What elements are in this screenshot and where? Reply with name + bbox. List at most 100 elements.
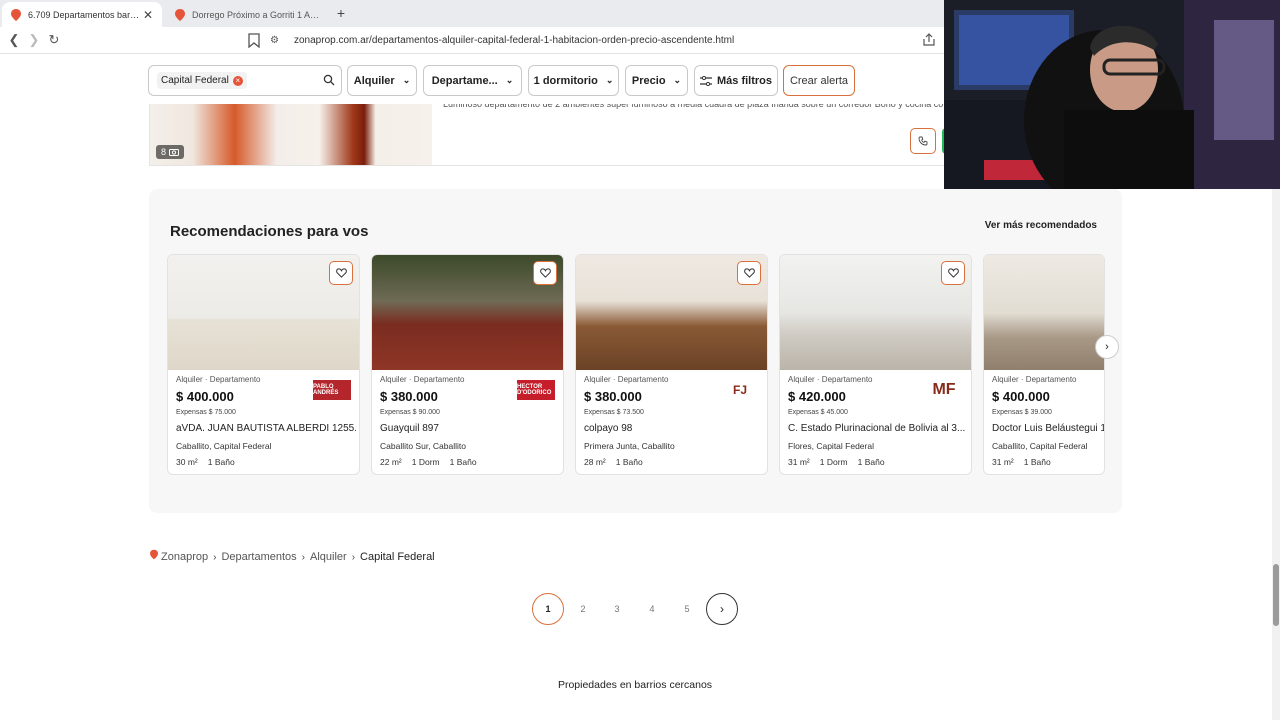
photo-count: 8	[161, 147, 167, 157]
page-4-button[interactable]: 4	[636, 593, 668, 625]
site-settings-icon[interactable]: ⚙	[270, 35, 284, 46]
property-features: 31 m² 1 Baño	[992, 457, 1061, 467]
property-price: $ 380.000	[380, 389, 438, 404]
property-type-label: Departame...	[431, 74, 498, 87]
property-address[interactable]: colpayo 98	[584, 423, 764, 434]
breadcrumb-item-capital-federal: Capital Federal	[360, 551, 435, 563]
chevron-right-icon: ›	[213, 551, 217, 563]
property-location: Primera Junta, Caballito	[584, 441, 675, 451]
create-alert-button[interactable]: Crear alerta	[783, 65, 855, 96]
sliders-icon	[699, 75, 712, 86]
heart-icon	[947, 268, 959, 278]
pagination: 1 2 3 4 5 ›	[532, 593, 742, 627]
tab-dorrego-listing[interactable]: Dorrego Próximo a Gorriti 1 Amb Co	[166, 2, 334, 27]
scrollbar-thumb[interactable]	[1273, 564, 1279, 626]
property-baths: 1 Baño	[207, 457, 235, 467]
rooms-dropdown[interactable]: 1 dormitorio ⌄	[528, 65, 619, 96]
page-3-button[interactable]: 3	[601, 593, 633, 625]
property-baths: 1 Baño	[615, 457, 643, 467]
property-address[interactable]: Guayquil 897	[380, 423, 560, 434]
property-area: 31 m²	[992, 457, 1014, 467]
property-type: Alquiler · Departamento	[584, 375, 669, 384]
breadcrumb-item-departamentos[interactable]: Departamentos	[221, 551, 296, 563]
property-dorms: 1 Dorm	[411, 457, 440, 467]
back-icon[interactable]: ❮	[6, 32, 22, 48]
url-text: zonaprop.com.ar/departamentos-alquiler-c…	[294, 35, 735, 46]
recommendation-card[interactable]: Alquiler · Departamento $ 420.000 Expensas…	[779, 254, 972, 475]
property-price: $ 420.000	[788, 389, 846, 404]
close-tab-icon[interactable]: ✕	[142, 8, 154, 22]
price-label: Precio	[631, 74, 666, 87]
see-more-recommendations-link[interactable]: Ver más recomendados	[985, 220, 1097, 231]
carousel-next-button[interactable]: ›	[1095, 335, 1119, 359]
property-baths: 1 Baño	[449, 457, 477, 467]
property-type-dropdown[interactable]: Departame... ⌄	[423, 65, 522, 96]
favorite-button[interactable]	[737, 261, 761, 285]
location-chip[interactable]: Capital Federal ×	[157, 72, 247, 89]
url-field[interactable]: ⚙ zonaprop.com.ar/departamentos-alquiler…	[270, 30, 944, 51]
favorite-button[interactable]	[941, 261, 965, 285]
agency-logo[interactable]: MF	[925, 380, 963, 400]
recommendation-card[interactable]: Alquiler · Departamento $ 380.000 Expensas…	[371, 254, 564, 475]
property-area: 31 m²	[788, 457, 810, 467]
agency-logo[interactable]: FJ	[721, 380, 759, 400]
page-1-button[interactable]: 1	[532, 593, 564, 625]
heart-icon	[743, 268, 755, 278]
forward-icon[interactable]: ❯	[26, 32, 42, 48]
location-chip-label: Capital Federal	[161, 75, 229, 86]
property-location: Caballito, Capital Federal	[992, 441, 1088, 451]
property-price: $ 400.000	[176, 389, 234, 404]
property-photo[interactable]	[984, 255, 1104, 370]
operation-dropdown[interactable]: Alquiler ⌄	[347, 65, 417, 96]
zonaprop-pin-icon	[150, 549, 158, 559]
listing-card[interactable]: 8 Luminoso departamento de 2 ambientes s…	[149, 100, 949, 166]
remove-chip-icon[interactable]: ×	[232, 75, 243, 86]
chevron-down-icon: ⌄	[402, 75, 411, 85]
zonaprop-favicon-icon	[174, 8, 186, 21]
property-features: 31 m² 1 Dorm 1 Baño	[788, 457, 895, 467]
new-tab-button[interactable]: +	[334, 4, 348, 22]
property-address[interactable]: C. Estado Plurinacional de Bolivia al 3.…	[788, 423, 968, 434]
recommendation-card[interactable]: Alquiler · Departamento $ 400.000 Expensas…	[167, 254, 360, 475]
recommendation-card[interactable]: Alquiler · Departamento $ 400.000 Expensas…	[983, 254, 1105, 475]
next-page-button[interactable]: ›	[706, 593, 738, 625]
tab-zonaprop-listing[interactable]: 6.709 Departamentos baratos c ✕	[2, 2, 162, 27]
recommendation-card[interactable]: Alquiler · Departamento $ 380.000 Expensas…	[575, 254, 768, 475]
webcam-overlay	[944, 0, 1280, 189]
heart-icon	[539, 268, 551, 278]
property-expenses: Expensas $ 73.500	[584, 409, 644, 416]
reload-icon[interactable]: ↻	[46, 32, 62, 48]
property-area: 22 m²	[380, 457, 402, 467]
favorite-button[interactable]	[533, 261, 557, 285]
property-expenses: Expensas $ 75.000	[176, 409, 236, 416]
breadcrumb-item-zonaprop[interactable]: Zonaprop	[161, 551, 208, 563]
price-dropdown[interactable]: Precio ⌄	[625, 65, 688, 96]
phone-button[interactable]	[910, 128, 936, 154]
share-icon[interactable]	[922, 33, 936, 47]
agency-logo[interactable]: HECTOR D'ODORICO	[517, 380, 555, 400]
breadcrumb-item-alquiler[interactable]: Alquiler	[310, 551, 347, 563]
property-address[interactable]: Doctor Luis Beláustegui 1	[992, 423, 1104, 434]
property-address[interactable]: aVDA. JUAN BAUTISTA ALBERDI 1255...	[176, 423, 356, 434]
property-location: Caballito Sur, Caballito	[380, 441, 466, 451]
page-5-button[interactable]: 5	[671, 593, 703, 625]
more-filters-button[interactable]: Más filtros	[694, 65, 778, 96]
bookmark-icon[interactable]	[248, 33, 260, 48]
favorite-button[interactable]	[329, 261, 353, 285]
property-type: Alquiler · Departamento	[176, 375, 261, 384]
page-2-button[interactable]: 2	[567, 593, 599, 625]
agency-logo-text: PABLO ANDRÉS	[313, 384, 339, 396]
location-search-input[interactable]: Capital Federal ×	[148, 65, 342, 96]
listing-photo[interactable]: 8	[150, 100, 432, 165]
search-icon[interactable]	[323, 74, 335, 86]
agency-logo-text: MF	[932, 381, 956, 398]
heart-icon	[335, 268, 347, 278]
recommendations-title: Recomendaciones para vos	[170, 223, 369, 240]
agency-logo[interactable]: PABLO ANDRÉS	[313, 380, 351, 400]
zonaprop-favicon-icon	[10, 8, 22, 21]
property-type: Alquiler · Departamento	[380, 375, 465, 384]
recommendations-section: Recomendaciones para vos Ver más recomen…	[149, 189, 1122, 513]
phone-icon	[918, 136, 928, 146]
property-features: 28 m² 1 Baño	[584, 457, 653, 467]
tab-title: Dorrego Próximo a Gorriti 1 Amb Co	[192, 9, 326, 20]
